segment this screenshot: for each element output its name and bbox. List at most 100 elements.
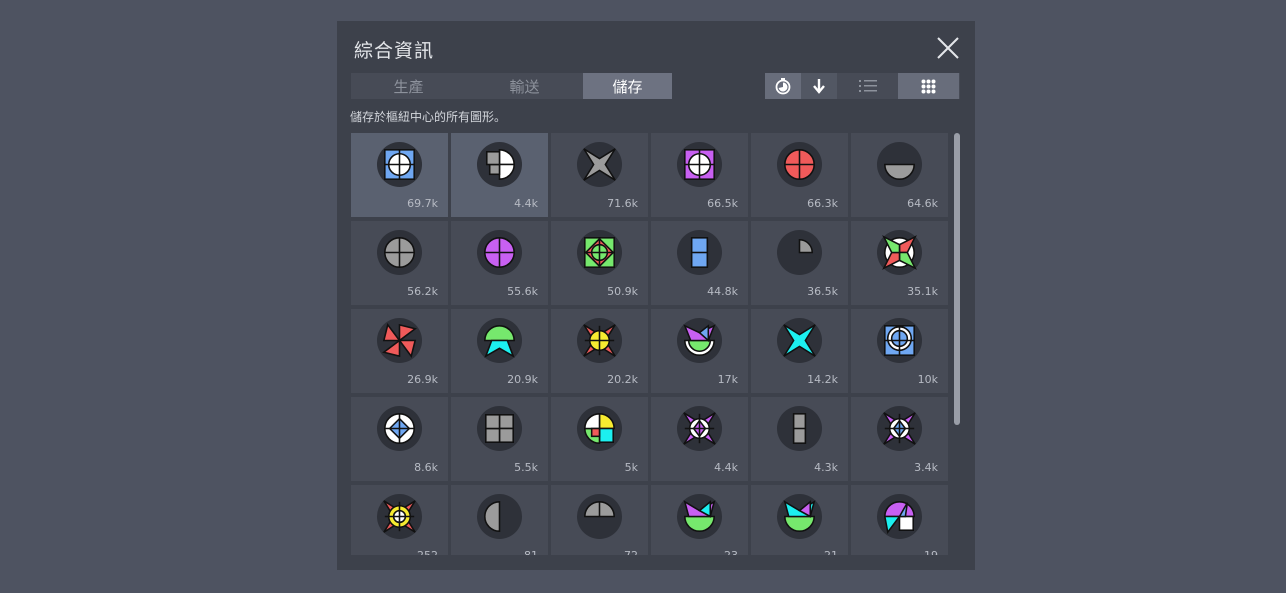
tab-storage[interactable]: 儲存	[583, 73, 672, 99]
shape-icon	[676, 493, 723, 540]
shape-icon	[376, 317, 423, 364]
shape-count: 56.2k	[407, 285, 438, 298]
tab-production[interactable]: 生產	[351, 73, 466, 99]
shape-cell[interactable]: 17k	[651, 309, 748, 393]
shape-cell[interactable]: 26.9k	[351, 309, 448, 393]
shape-icon	[776, 317, 823, 364]
shape-icon	[876, 405, 923, 452]
shape-count: 55.6k	[507, 285, 538, 298]
shape-cell[interactable]: 72	[551, 485, 648, 555]
shape-icon	[376, 229, 423, 276]
shape-count: 69.7k	[407, 197, 438, 210]
shape-cell[interactable]: 3.4k	[851, 397, 948, 481]
shape-cell[interactable]: 14.2k	[751, 309, 848, 393]
shape-count: 20.9k	[507, 373, 538, 386]
shape-icon	[576, 317, 623, 364]
tab-transport[interactable]: 輸送	[466, 73, 583, 99]
shape-count: 252	[417, 549, 438, 555]
shape-cell[interactable]: 10k	[851, 309, 948, 393]
shape-icon	[476, 493, 523, 540]
shape-cell[interactable]: 69.7k	[351, 133, 448, 217]
shape-icon	[876, 317, 923, 364]
shape-count: 44.8k	[707, 285, 738, 298]
shape-count: 5.5k	[514, 461, 538, 474]
shape-count: 72	[624, 549, 638, 555]
shape-cell[interactable]: 5.5k	[451, 397, 548, 481]
shape-icon	[876, 141, 923, 188]
stopwatch-icon	[775, 78, 791, 95]
shape-count: 66.5k	[707, 197, 738, 210]
shape-cell[interactable]: 66.3k	[751, 133, 848, 217]
shape-icon	[876, 493, 923, 540]
shape-cell[interactable]: 56.2k	[351, 221, 448, 305]
shape-count: 10k	[917, 373, 938, 386]
shape-cell[interactable]: 20.2k	[551, 309, 648, 393]
shape-icon	[476, 405, 523, 452]
shape-cell[interactable]: 20.9k	[451, 309, 548, 393]
shape-icon	[676, 229, 723, 276]
shape-icon	[376, 141, 423, 188]
shape-cell[interactable]: 36.5k	[751, 221, 848, 305]
shape-count: 19	[924, 549, 938, 555]
shape-count: 21	[824, 549, 838, 555]
shape-icon	[376, 493, 423, 540]
shape-cell[interactable]: 8.6k	[351, 397, 448, 481]
shape-count: 20.2k	[607, 373, 638, 386]
shape-cell[interactable]: 81	[451, 485, 548, 555]
shape-grid-viewport: 69.7k 4.4k 71.6k 66.5k 66.3k 64.6k 56.2k 55.6k 5…	[351, 133, 950, 555]
shape-icon	[576, 493, 623, 540]
close-icon[interactable]	[935, 35, 961, 61]
shape-count: 26.9k	[407, 373, 438, 386]
shape-count: 5k	[624, 461, 638, 474]
shape-cell[interactable]: 252	[351, 485, 448, 555]
shape-icon	[576, 229, 623, 276]
shape-icon	[876, 229, 923, 276]
shape-icon	[676, 405, 723, 452]
shape-icon	[576, 405, 623, 452]
shape-cell[interactable]: 50.9k	[551, 221, 648, 305]
shape-count: 4.4k	[714, 461, 738, 474]
shape-cell[interactable]: 4.4k	[451, 133, 548, 217]
view-toggle	[837, 73, 960, 99]
tab-bar: 生產 輸送 儲存	[351, 73, 672, 99]
shape-count: 14.2k	[807, 373, 838, 386]
shape-count: 36.5k	[807, 285, 838, 298]
arrow-down-icon	[813, 79, 825, 94]
grid-view-button[interactable]	[898, 73, 959, 99]
shape-cell[interactable]: 23	[651, 485, 748, 555]
shape-count: 8.6k	[414, 461, 438, 474]
dialog-title: 綜合資訊	[354, 40, 435, 62]
shape-count: 23	[724, 549, 738, 555]
shape-count: 50.9k	[607, 285, 638, 298]
shape-icon	[476, 317, 523, 364]
sort-toggle	[765, 73, 838, 99]
scrollbar[interactable]	[954, 133, 960, 425]
list-view-button[interactable]	[837, 73, 898, 99]
shape-icon	[776, 229, 823, 276]
shape-icon	[776, 141, 823, 188]
shape-cell[interactable]: 4.4k	[651, 397, 748, 481]
overview-dialog: 綜合資訊 生產 輸送 儲存 儲存於樞紐中心的所有圖形。 69.7k 4.4k 7…	[337, 21, 975, 570]
shape-cell[interactable]: 21	[751, 485, 848, 555]
shape-cell[interactable]: 19	[851, 485, 948, 555]
shape-count: 35.1k	[907, 285, 938, 298]
shape-cell[interactable]: 4.3k	[751, 397, 848, 481]
shape-cell[interactable]: 44.8k	[651, 221, 748, 305]
shape-icon	[676, 317, 723, 364]
sort-descending-button[interactable]	[801, 73, 837, 99]
shape-cell[interactable]: 66.5k	[651, 133, 748, 217]
shape-count: 3.4k	[914, 461, 938, 474]
shape-cell[interactable]: 64.6k	[851, 133, 948, 217]
shape-count: 66.3k	[807, 197, 838, 210]
shape-icon	[476, 229, 523, 276]
shape-cell[interactable]: 35.1k	[851, 221, 948, 305]
shape-icon	[676, 141, 723, 188]
shape-cell[interactable]: 5k	[551, 397, 648, 481]
description-text: 儲存於樞紐中心的所有圖形。	[350, 110, 507, 124]
shape-cell[interactable]: 55.6k	[451, 221, 548, 305]
sort-by-rate-button[interactable]	[765, 73, 801, 99]
shape-count: 71.6k	[607, 197, 638, 210]
shape-cell[interactable]: 71.6k	[551, 133, 648, 217]
shape-count: 81	[524, 549, 538, 555]
shape-icon	[776, 405, 823, 452]
